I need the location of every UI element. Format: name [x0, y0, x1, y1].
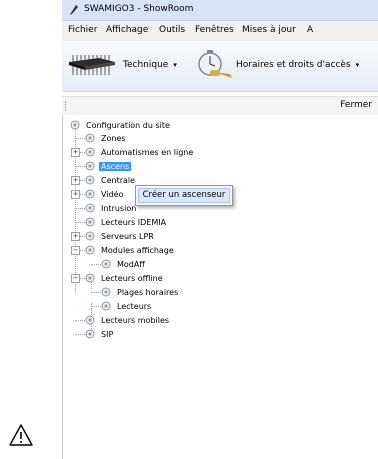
gear-node-icon: [70, 120, 80, 130]
tree-item-sip[interactable]: SIP: [85, 327, 115, 341]
technique-dropdown-icon[interactable]: ▾: [173, 61, 177, 69]
gear-node-icon: [101, 301, 111, 311]
menu-affichage[interactable]: Affichage: [106, 25, 148, 35]
technique-button[interactable]: Technique ▾: [65, 51, 177, 79]
tree-item-label: Automatismes en ligne: [101, 147, 194, 157]
tree-item-lecteurs-idemia[interactable]: Lecteurs IDEMIA: [85, 215, 168, 229]
tree-root-label: Configuration du site: [86, 120, 170, 130]
tree-item-label: Lecteurs offline: [101, 273, 163, 283]
menu-mises-a-jour[interactable]: Mises à jour: [242, 25, 296, 35]
tree-item-modaff[interactable]: ModAff: [101, 257, 147, 271]
tree-item-label: Modules affichage: [101, 245, 174, 255]
tree-item-label: Lecteurs mobiles: [101, 315, 170, 325]
gear-node-icon: [85, 203, 95, 213]
tree-item-plages-horaires[interactable]: Plages horaires: [101, 285, 180, 299]
close-panel-button[interactable]: Fermer: [340, 100, 372, 110]
tree-item-label: Lecteurs: [117, 301, 152, 311]
menu-fichier[interactable]: Fichier: [68, 25, 97, 35]
technique-label: Technique: [123, 60, 169, 70]
menu-bar: Fichier Affichage Outils Fenêtres Mises …: [62, 21, 378, 41]
gear-node-icon: [85, 245, 95, 255]
gear-node-icon: [85, 217, 95, 227]
gear-node-icon: [85, 273, 95, 283]
menu-outils[interactable]: Outils: [159, 25, 185, 35]
tree-item-label: Zones: [101, 133, 126, 143]
gear-node-icon: [85, 189, 95, 199]
window-title: SWAMIGO3 - ShowRoom: [84, 4, 194, 14]
tree-item-lecteurs-mobiles[interactable]: Lecteurs mobiles: [85, 313, 171, 327]
site-config-tree: + + + + − − Configuration du site Zones …: [62, 115, 378, 459]
tree-item-intrusion[interactable]: Intrusion: [85, 201, 138, 215]
tree-item-centrales[interactable]: Centrale: [85, 173, 137, 187]
menu-a-truncated[interactable]: A: [307, 25, 313, 35]
horaires-button[interactable]: Horaires et droits d'accès ▾: [196, 50, 360, 79]
menu-fenetres[interactable]: Fenêtres: [195, 25, 234, 35]
gear-node-icon: [101, 259, 111, 269]
tree-item-label: Serveurs LPR: [101, 231, 154, 241]
pencil-app-icon: [70, 5, 78, 15]
horaires-dropdown-icon[interactable]: ▾: [356, 61, 360, 69]
warning-triangle-icon: [9, 424, 33, 446]
gear-node-icon: [85, 329, 95, 339]
tree-item-label: SIP: [101, 329, 114, 339]
context-menu: Créer un ascenseur: [135, 185, 233, 206]
toolbar: Technique ▾ Horaires et droits d'accès ▾: [62, 41, 378, 92]
tree-item-serveurs-lpr[interactable]: Serveurs LPR: [85, 229, 156, 243]
tree-item-modules-affichage[interactable]: Modules affichage: [85, 243, 176, 257]
gear-node-icon: [85, 161, 95, 171]
gear-node-icon: [101, 287, 111, 297]
create-elevator-menu-item[interactable]: Créer un ascenseur: [138, 188, 230, 203]
tree-item-lecteurs-offline[interactable]: Lecteurs offline: [85, 271, 165, 285]
collapse-toggle[interactable]: −: [71, 274, 80, 283]
tree-item-label: Intrusion: [101, 203, 137, 213]
panel-grip-icon[interactable]: [65, 101, 68, 111]
tree-item-zones[interactable]: Zones: [85, 131, 128, 145]
expand-toggle[interactable]: +: [71, 232, 80, 241]
gear-node-icon: [85, 175, 95, 185]
tree-item-label: Ascens: [99, 161, 132, 171]
tree-item-label: Plages horaires: [117, 287, 179, 297]
tree-item-automatismes[interactable]: Automatismes en ligne: [85, 145, 195, 159]
gear-node-icon: [85, 133, 95, 143]
tree-root[interactable]: Configuration du site: [70, 118, 172, 132]
gear-node-icon: [85, 147, 95, 157]
stopwatch-key-icon: [198, 50, 232, 78]
title-bar: SWAMIGO3 - ShowRoom: [62, 0, 378, 21]
tree-item-label: Centrale: [101, 175, 136, 185]
gear-node-icon: [85, 315, 95, 325]
expand-toggle[interactable]: +: [71, 176, 80, 185]
expand-toggle[interactable]: +: [71, 148, 80, 157]
tree-item-ascenseurs[interactable]: Ascens: [85, 159, 132, 173]
tree-item-label: Lecteurs IDEMIA: [101, 217, 167, 227]
tree-item-video[interactable]: Vidéo: [85, 187, 125, 201]
tree-item-label: Vidéo: [101, 189, 124, 199]
tree-item-lecteurs[interactable]: Lecteurs: [101, 299, 153, 313]
tree-item-label: ModAff: [117, 259, 145, 269]
collapse-toggle[interactable]: −: [71, 246, 80, 255]
app-window: SWAMIGO3 - ShowRoom Fichier Affichage Ou…: [62, 0, 378, 459]
horaires-label: Horaires et droits d'accès: [236, 60, 351, 70]
circuit-chip-icon: [69, 55, 115, 75]
panel-header: Fermer: [62, 96, 378, 116]
expand-toggle[interactable]: +: [71, 190, 80, 199]
gear-node-icon: [85, 231, 95, 241]
